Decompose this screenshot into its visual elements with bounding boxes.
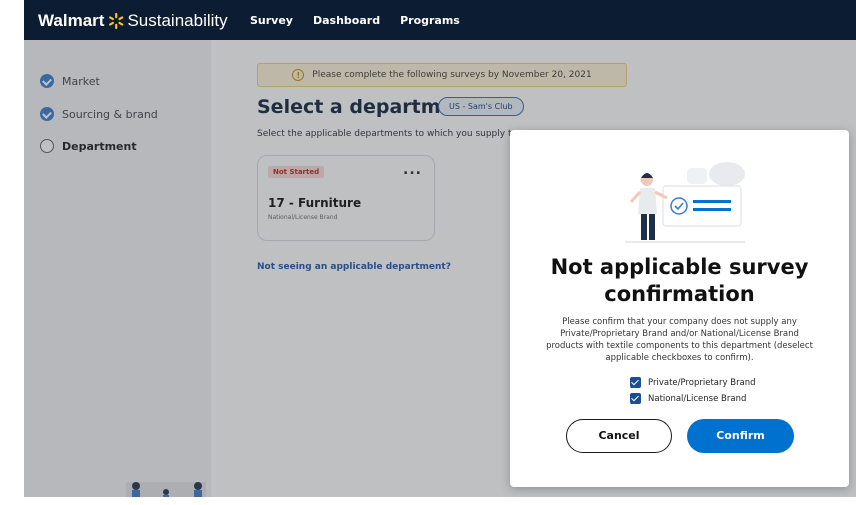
modal-title: Not applicable survey confirmation: [550, 255, 809, 306]
walmart-spark-icon: [109, 12, 124, 30]
confirm-button[interactable]: Confirm: [687, 419, 794, 453]
checkbox-private-brand[interactable]: Private/Proprietary Brand: [630, 377, 756, 388]
checkbox-checked-icon[interactable]: [630, 393, 641, 404]
left-margin: [0, 0, 24, 505]
checkbox-national-brand[interactable]: National/License Brand: [630, 393, 746, 404]
checkbox-label: Private/Proprietary Brand: [648, 377, 756, 388]
checkbox-label: National/License Brand: [648, 393, 747, 404]
person-checklist-illustration-icon: [625, 162, 745, 243]
main-nav: Survey Dashboard Programs: [250, 14, 460, 27]
bottom-margin: [0, 497, 856, 505]
confirmation-modal: Not applicable survey confirmation Pleas…: [510, 130, 849, 487]
brand-logo[interactable]: Walmart Sustainability: [38, 11, 228, 31]
checkbox-checked-icon[interactable]: [630, 377, 641, 388]
brand-secondary: Sustainability: [127, 11, 228, 30]
app-frame: Walmart Sustainability Survey Dashboard …: [0, 0, 856, 505]
modal-body-text: Please confirm that your company does no…: [546, 317, 813, 363]
nav-dashboard[interactable]: Dashboard: [313, 14, 380, 27]
cancel-button[interactable]: Cancel: [566, 419, 672, 453]
nav-programs[interactable]: Programs: [400, 14, 460, 27]
top-nav-bar: Walmart Sustainability Survey Dashboard …: [24, 0, 856, 40]
brand-primary: Walmart: [38, 11, 105, 30]
nav-survey[interactable]: Survey: [250, 14, 293, 27]
